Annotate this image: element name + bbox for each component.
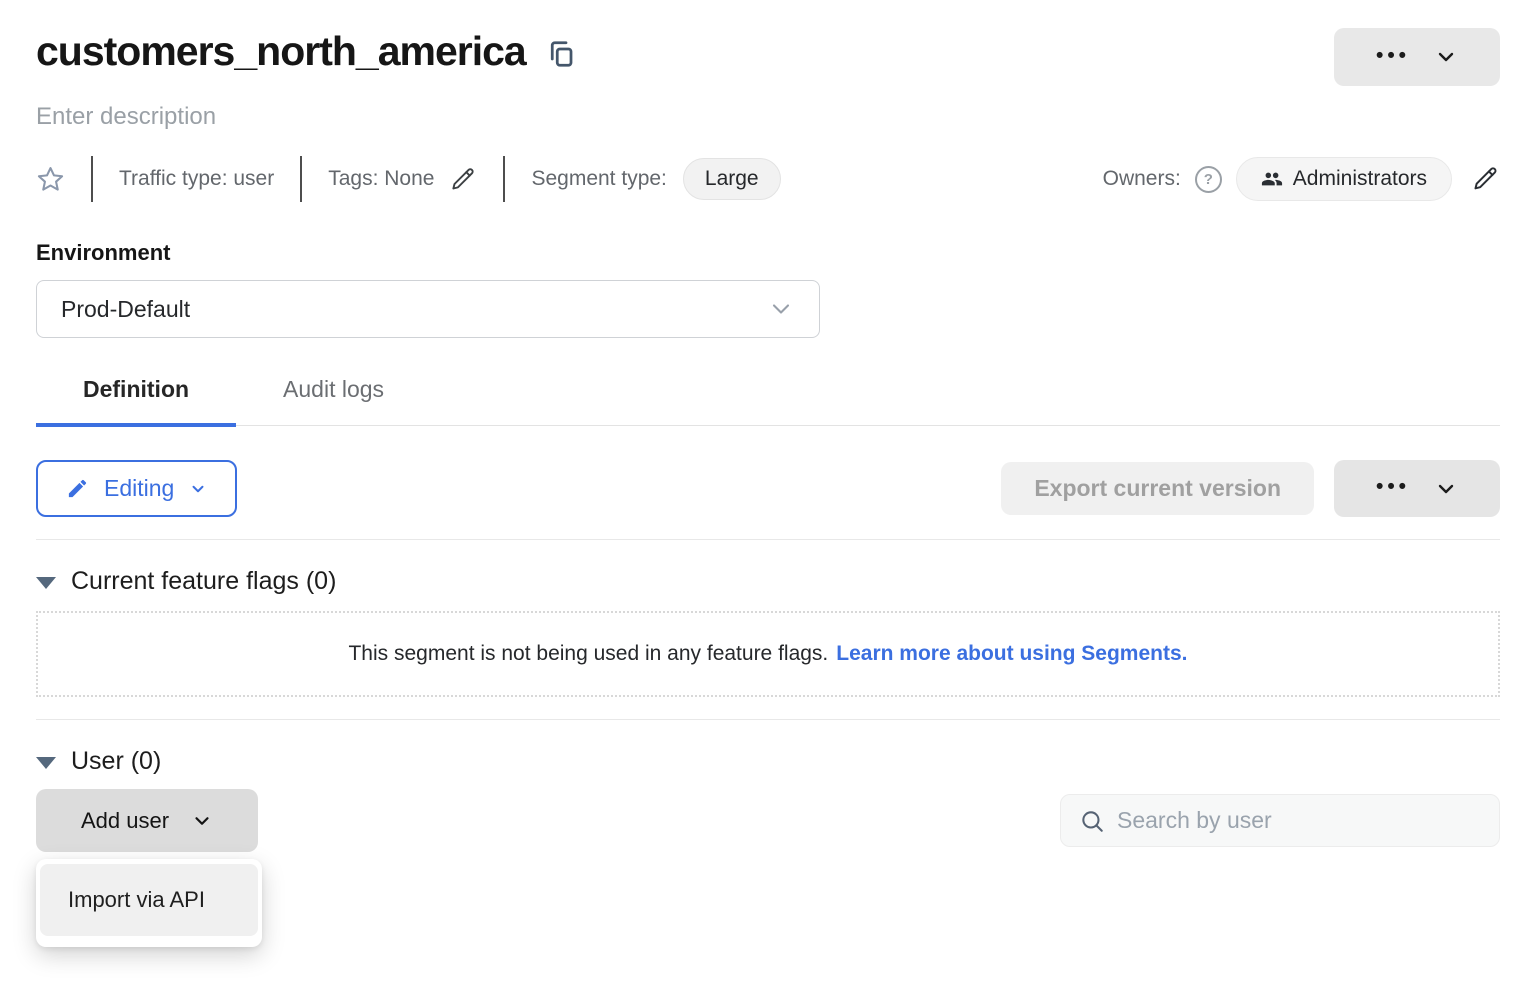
environment-select[interactable]: Prod-Default [36, 280, 820, 338]
tab-bar: Definition Audit logs [36, 376, 1500, 426]
user-section-toggle[interactable]: User (0) [36, 747, 1500, 776]
export-current-version-button[interactable]: Export current version [1001, 462, 1314, 515]
edit-tags-pencil-icon[interactable] [450, 166, 477, 193]
add-user-dropdown-menu: Import via API [36, 859, 262, 947]
owners-value: Administrators [1293, 167, 1427, 191]
user-search-input[interactable] [1117, 807, 1481, 834]
segment-type-badge: Large [683, 158, 781, 200]
copy-icon[interactable] [546, 37, 576, 71]
caret-down-icon [36, 757, 56, 769]
meta-divider [300, 156, 302, 202]
chevron-down-icon [767, 295, 795, 323]
user-heading: User (0) [71, 747, 161, 776]
owners-label: Owners: [1103, 167, 1181, 191]
feature-flags-heading: Current feature flags (0) [71, 567, 336, 596]
caret-down-icon [36, 577, 56, 589]
environment-selected-value: Prod-Default [61, 296, 190, 323]
feature-flags-empty-state: This segment is not being used in any fe… [36, 611, 1500, 697]
title-group: customers_north_america [36, 28, 576, 75]
menu-item-import-via-api[interactable]: Import via API [40, 864, 258, 936]
environment-label: Environment [36, 240, 1500, 266]
favorite-star-icon[interactable] [36, 165, 65, 194]
editing-mode-button[interactable]: Editing [36, 460, 237, 517]
people-icon [1261, 168, 1283, 190]
owners-help-icon[interactable]: ? [1195, 166, 1222, 193]
add-user-label: Add user [81, 808, 169, 834]
section-divider [36, 539, 1500, 540]
meta-divider [91, 156, 93, 202]
feature-flags-section-toggle[interactable]: Current feature flags (0) [36, 567, 1500, 596]
edit-owners-pencil-icon[interactable] [1472, 165, 1500, 193]
page-title: customers_north_america [36, 28, 526, 75]
search-icon [1079, 808, 1105, 834]
tags-item: Tags: None [328, 166, 477, 193]
tab-definition[interactable]: Definition [36, 376, 236, 427]
ellipsis-icon: ••• [1376, 45, 1410, 66]
environment-section: Environment Prod-Default [36, 240, 1500, 338]
toolbar-more-actions-button[interactable]: ••• [1334, 460, 1500, 517]
owners-group: Owners: ? Administrators [1103, 157, 1500, 201]
segment-type-label: Segment type: [531, 167, 666, 191]
add-user-button[interactable]: Add user [36, 789, 258, 852]
chevron-down-icon [1434, 45, 1458, 69]
chevron-down-icon [189, 480, 207, 498]
user-controls-row: Add user Import via API [36, 789, 1500, 852]
segment-type-item: Segment type: Large [531, 158, 780, 200]
add-user-wrapper: Add user Import via API [36, 789, 258, 852]
description-placeholder[interactable]: Enter description [36, 103, 1500, 131]
editing-label: Editing [104, 475, 174, 502]
tab-audit-logs[interactable]: Audit logs [236, 376, 431, 425]
toolbar-right-group: Export current version ••• [1001, 460, 1500, 517]
feature-flags-empty-text: This segment is not being used in any fe… [348, 642, 828, 666]
definition-toolbar: Editing Export current version ••• [36, 460, 1500, 517]
owners-chip[interactable]: Administrators [1236, 157, 1452, 201]
meta-divider [503, 156, 505, 202]
meta-row: Traffic type: user Tags: None Segment ty… [36, 156, 1500, 202]
section-divider [36, 719, 1500, 720]
chevron-down-icon [191, 810, 213, 832]
traffic-type-label: Traffic type: user [119, 167, 274, 191]
tags-label: Tags: None [328, 167, 434, 191]
ellipsis-icon: ••• [1376, 476, 1410, 497]
chevron-down-icon [1434, 477, 1458, 501]
learn-more-link[interactable]: Learn more about using Segments. [836, 642, 1187, 666]
user-search-box[interactable] [1060, 794, 1500, 847]
header-more-actions-button[interactable]: ••• [1334, 28, 1500, 86]
page-header: customers_north_america ••• [36, 0, 1500, 86]
segment-detail-page: customers_north_america ••• Enter descri… [0, 0, 1536, 852]
pencil-icon [66, 477, 89, 500]
